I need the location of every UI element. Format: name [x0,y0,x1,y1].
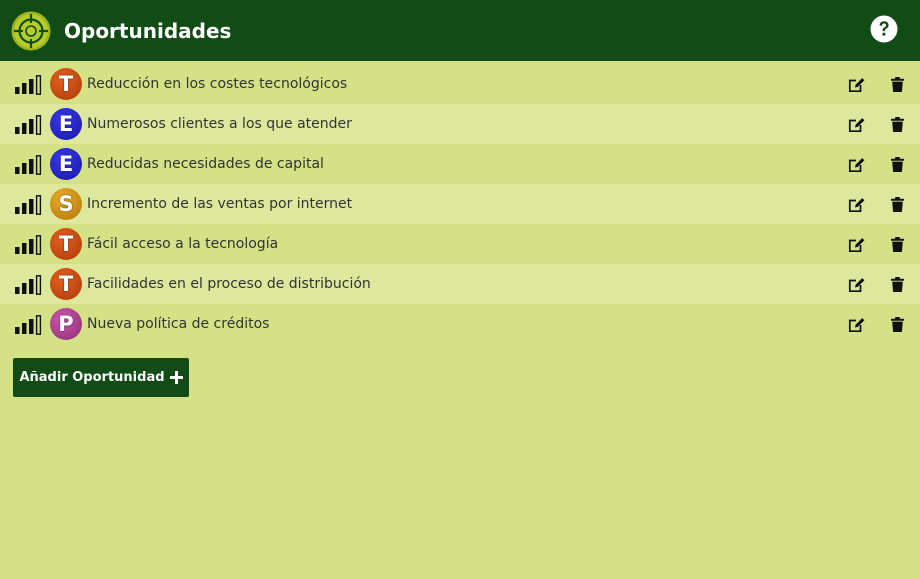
category-badge: E [50,108,82,140]
item-label: Reducidas necesidades de capital [87,156,324,172]
edit-icon[interactable] [848,196,865,213]
category-badge: P [50,308,82,340]
item-label: Fácil acceso a la tecnología [87,236,279,252]
trash-icon[interactable] [891,77,904,92]
edit-icon[interactable] [848,276,865,293]
opportunity-list: T Reducción en los costes tecnológicos E… [0,64,920,344]
signal-bars-icon[interactable] [14,195,42,215]
category-badge: S [50,188,82,220]
page-title: Oportunidades [64,19,232,43]
trash-icon[interactable] [891,157,904,172]
item-label: Facilidades en el proceso de distribució… [87,276,371,292]
list-item: S Incremento de las ventas por internet [0,184,920,224]
item-label: Incremento de las ventas por internet [87,196,353,212]
list-item: E Reducidas necesidades de capital [0,144,920,184]
category-badge: T [50,268,82,300]
item-label: Reducción en los costes tecnológicos [87,76,348,92]
signal-bars-icon[interactable] [14,235,42,255]
list-item: T Fácil acceso a la tecnología [0,224,920,264]
trash-icon[interactable] [891,237,904,252]
help-icon[interactable] [870,15,898,43]
edit-icon[interactable] [848,116,865,133]
category-badge: E [50,148,82,180]
edit-icon[interactable] [848,316,865,333]
add-opportunity-label: Añadir Oportunidad [19,370,165,385]
edit-icon[interactable] [848,156,865,173]
signal-bars-icon[interactable] [14,315,42,335]
trash-icon[interactable] [891,117,904,132]
category-badge: T [50,68,82,100]
signal-bars-icon[interactable] [14,115,42,135]
item-label: Numerosos clientes a los que atender [87,116,352,132]
trash-icon[interactable] [891,197,904,212]
target-logo-icon [11,11,51,51]
list-item: T Reducción en los costes tecnológicos [0,64,920,104]
app-header: Oportunidades [0,0,920,61]
add-opportunity-button[interactable]: Añadir Oportunidad [13,358,189,397]
list-item: T Facilidades en el proceso de distribuc… [0,264,920,304]
category-badge: T [50,228,82,260]
signal-bars-icon[interactable] [14,75,42,95]
list-item: E Numerosos clientes a los que atender [0,104,920,144]
edit-icon[interactable] [848,236,865,253]
trash-icon[interactable] [891,277,904,292]
trash-icon[interactable] [891,317,904,332]
item-label: Nueva política de créditos [87,316,270,332]
signal-bars-icon[interactable] [14,155,42,175]
signal-bars-icon[interactable] [14,275,42,295]
edit-icon[interactable] [848,76,865,93]
list-item: P Nueva política de créditos [0,304,920,344]
plus-icon [169,371,183,384]
